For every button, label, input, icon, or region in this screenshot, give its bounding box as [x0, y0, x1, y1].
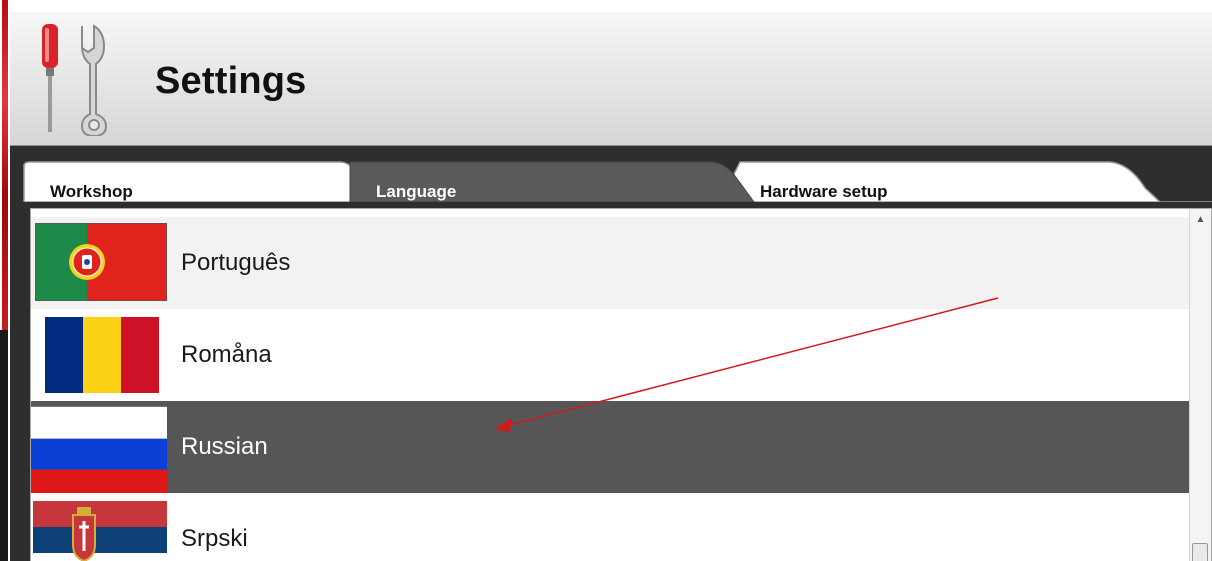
language-item-portugues[interactable]: Português — [31, 217, 1189, 309]
serbia-flag-icon — [33, 501, 167, 561]
background-red-strip — [2, 0, 8, 330]
tools-icon — [42, 24, 108, 136]
language-item-label: Srpski — [181, 525, 248, 552]
list-scrollbar[interactable]: ▲ — [1189, 209, 1211, 561]
settings-header: Settings — [10, 12, 1212, 146]
language-item-russian[interactable]: Russian — [31, 401, 1189, 493]
romania-flag-icon — [45, 317, 159, 393]
tab-workshop[interactable]: Workshop — [50, 182, 133, 202]
tab-bar: Workshop Language Hardware setup — [10, 146, 1212, 202]
language-item-label: Russian — [181, 433, 268, 460]
scroll-up-icon[interactable]: ▲ — [1190, 209, 1211, 231]
portugal-flag-icon — [35, 223, 167, 301]
settings-window: Settings Workshop Language Hardware setu… — [10, 12, 1212, 561]
russia-flag-icon — [31, 406, 167, 493]
window-left-edge — [0, 0, 10, 561]
tab-shapes — [23, 161, 1212, 202]
language-item-label: Romåna — [181, 341, 272, 368]
page-title: Settings — [155, 60, 307, 102]
language-item-label: Português — [181, 249, 291, 276]
background-dark-strip — [0, 330, 8, 561]
scrollbar-thumb[interactable] — [1192, 543, 1208, 561]
language-list: Português Romåna Russian Srpski ▲ — [30, 208, 1212, 561]
language-item-romana[interactable]: Romåna — [31, 309, 1189, 401]
tab-language[interactable]: Language — [376, 182, 456, 202]
language-item-srpski[interactable]: Srpski — [31, 493, 1189, 561]
tab-hardware-setup[interactable]: Hardware setup — [760, 182, 888, 202]
